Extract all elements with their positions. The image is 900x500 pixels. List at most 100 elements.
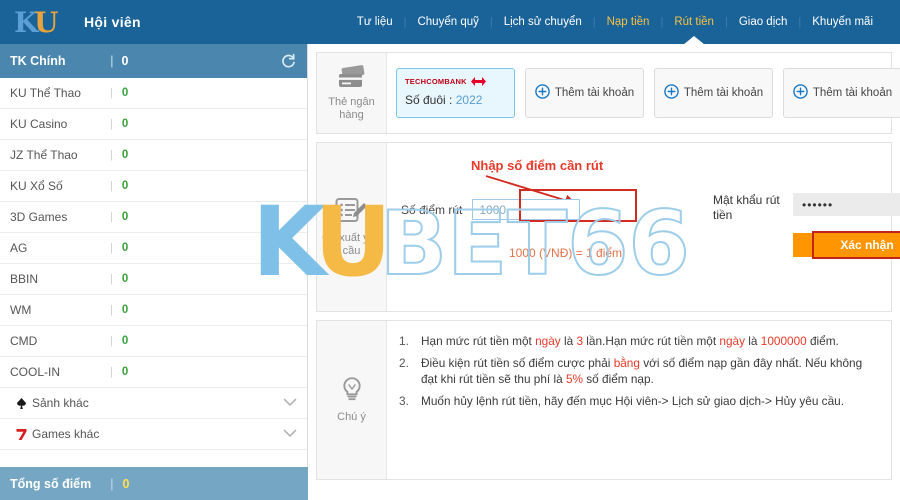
note-highlight: ngày [719,334,746,348]
sidebar-divider: | [110,118,113,130]
sidebar-group-0[interactable]: Sảnh khác [0,388,307,419]
note-highlight: ngày [535,334,561,348]
sidebar-divider: | [110,211,113,223]
brand-logo-wrap[interactable]: K U Hội viên [0,7,141,37]
sidebar-item-value: 0 [121,304,129,316]
sidebar-item-label: KU Thể Thao [10,86,81,100]
plus-circle-icon [793,84,808,102]
sidebar-item-0[interactable]: KU Thể Thao | 0 [0,78,307,109]
notes-panel: Chú ý Hạn mức rút tiền một ngày là 3 lần… [316,320,892,480]
note-highlight: 5% [565,372,583,386]
chevron-down-icon[interactable] [283,396,297,410]
bank-tail-number: 2022 [455,93,483,107]
sidebar-item-label: BBIN [10,272,39,286]
sidebar-divider: | [110,242,113,254]
chevron-down-icon[interactable] [283,427,297,441]
techcombank-logo: TECHCOMBANK [405,76,506,87]
page-title: Hội viên [84,14,141,30]
sidebar-item-8[interactable]: CMD | 0 [0,326,307,357]
sidebar-divider: | [110,304,113,316]
sidebar-item-label: COOL-IN [10,365,61,379]
sidebar-item-9[interactable]: COOL-IN | 0 [0,357,307,388]
note-text: lần.Hạn mức rút tiền một [583,334,720,348]
bank-panel-body: TECHCOMBANK Số đuôi : 2022 Thêm tài khoả… [387,53,900,133]
nav-item-chuyen-quy[interactable]: Chuyển quỹ [406,0,489,44]
lightbulb-icon [339,376,365,408]
notes-panel-side-text: Chú ý [337,411,366,423]
bank-tail-label: Số đuôi : [405,93,453,107]
sidebar-divider: | [110,180,113,192]
sidebar-main-account-row[interactable]: TK Chính | 0 [0,44,307,78]
sidebar-divider: | [110,87,113,99]
notes-panel-side-label: Chú ý [317,321,387,479]
plus-circle-icon [535,84,550,102]
sidebar-item-value: 0 [121,87,129,99]
sidebar-divider: | [110,273,113,285]
sidebar-group-list: Sảnh khác Games khác [0,388,307,450]
nav-item-rut-tien-label: Rút tiền [674,16,714,28]
top-header-bar: K U Hội viên Tư liệu | Chuyển quỹ | Lịch… [0,0,900,45]
note-text: là [745,334,761,348]
bank-name-label: TECHCOMBANK [405,77,467,86]
sidebar-item-7[interactable]: WM | 0 [0,295,307,326]
form-panel-side-text: Đề xuất yêu cầu [322,231,381,257]
sidebar-item-label: WM [10,303,32,317]
add-account-button-0[interactable]: Thêm tài khoản [525,68,644,118]
refresh-icon[interactable] [279,52,297,70]
add-account-button-1[interactable]: Thêm tài khoản [654,68,773,118]
sidebar-total-label: Tổng số điểm [10,476,92,491]
note-item-1: Điều kiện rút tiền số điểm cược phải bằn… [395,355,877,387]
bank-card-techcombank[interactable]: TECHCOMBANK Số đuôi : 2022 [396,68,515,118]
sidebar-item-value: 0 [121,335,129,347]
sidebar-divider: | [110,149,113,161]
sidebar-item-label: AG [10,241,28,255]
nav-item-khuyen-mai[interactable]: Khuyến mãi [801,0,884,44]
sidebar-item-6[interactable]: BBIN | 0 [0,264,307,295]
confirm-withdraw-button[interactable]: Xác nhận [793,233,900,257]
form-edit-icon [335,197,369,229]
nav-item-tu-lieu[interactable]: Tư liệu [346,0,404,44]
exchange-rate-hint: 1000 (VNĐ) = 1 điểm [509,246,623,260]
sidebar-item-value: 0 [121,180,129,192]
annotation-highlight-box [519,189,637,222]
sidebar-item-4[interactable]: 3D Games | 0 [0,202,307,233]
sidebar-item-label: JZ Thể Thao [10,148,78,162]
sidebar-item-label: CMD [10,334,38,348]
seven-icon [10,428,32,441]
nav-item-lich-su-chuyen[interactable]: Lịch sử chuyển [493,0,593,44]
sidebar-item-1[interactable]: KU Casino | 0 [0,109,307,140]
sidebar-item-value: 0 [121,273,129,285]
plus-circle-icon [664,84,679,102]
main-nav: Tư liệu | Chuyển quỹ | Lịch sử chuyển | … [346,0,900,45]
sidebar-total-row: Tổng số điểm | 0 [0,467,308,500]
sidebar-item-label: KU Xổ Số [10,179,63,193]
note-text: Hạn mức rút tiền một [421,334,536,348]
note-item-2: Muốn hủy lệnh rút tiền, hãy đến mục Hội … [395,393,877,409]
ku-logo-icon: K U [14,7,72,37]
add-account-button-2[interactable]: Thêm tài khoản [783,68,900,118]
withdraw-form-body: Nhập số điểm cần rút Số điểm rút 1000 (V… [387,143,900,311]
nav-item-nap-tien[interactable]: Nạp tiền [596,0,661,44]
sidebar-divider: | [110,476,114,491]
note-text: Muốn hủy lệnh rút tiền, hãy đến mục Hội … [421,394,844,408]
nav-item-giao-dich[interactable]: Giao dịch [728,0,799,44]
sidebar-group-1[interactable]: Games khác [0,419,307,450]
note-text: số điểm nạp. [583,372,654,386]
withdraw-password-input[interactable] [793,193,900,216]
sidebar-item-value: 0 [121,149,129,161]
sidebar-item-value: 0 [121,211,129,223]
sidebar-total-value: 0 [122,476,130,491]
sidebar-item-value: 0 [121,366,129,378]
notes-panel-body: Hạn mức rút tiền một ngày là 3 lần.Hạn m… [387,321,891,479]
sidebar-group-label: Games khác [32,427,100,441]
sidebar-item-5[interactable]: AG | 0 [0,233,307,264]
sidebar-item-2[interactable]: JZ Thể Thao | 0 [0,140,307,171]
credit-card-icon [336,64,368,93]
sidebar-item-3[interactable]: KU Xổ Số | 0 [0,171,307,202]
withdraw-form-panel: Đề xuất yêu cầu Nhập số điểm cần rút Số … [316,142,900,312]
add-account-label: Thêm tài khoản [812,87,893,99]
annotation-label: Nhập số điểm cần rút [471,158,604,173]
sidebar-item-label: KU Casino [10,117,68,131]
note-highlight: bằng [613,356,640,370]
nav-item-rut-tien[interactable]: Rút tiền [663,0,725,45]
